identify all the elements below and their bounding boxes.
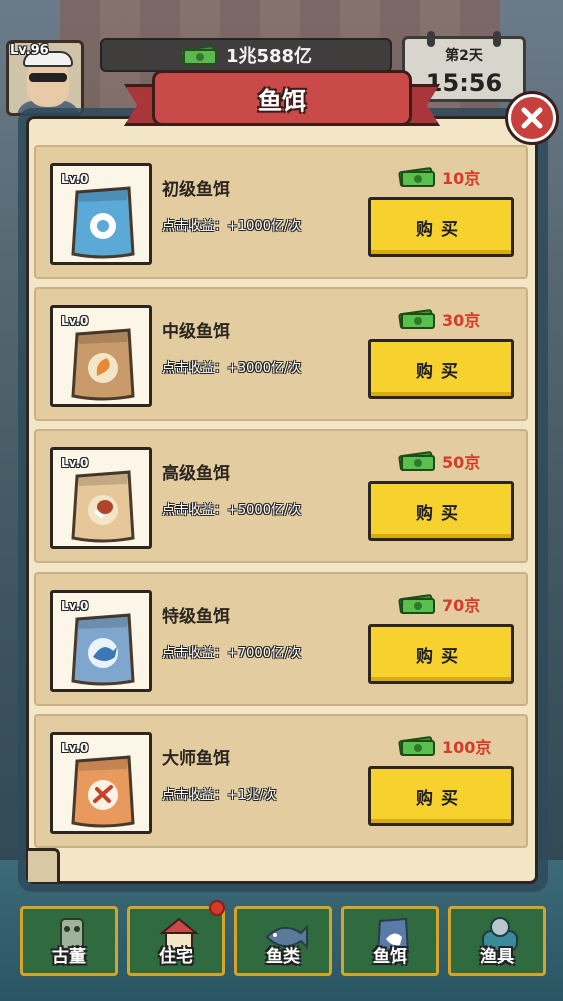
- tab-label: 古董: [52, 947, 86, 967]
- bait-bag-icon: [71, 613, 135, 686]
- ribbon-banner: 鱼饵: [152, 70, 412, 126]
- dialog-title-ribbon: 鱼饵: [124, 70, 440, 132]
- buy-button[interactable]: 购买: [368, 481, 514, 541]
- bait-row: Lv.0 初级鱼饵 点击收益：+1000亿/次 10京 购买: [34, 145, 528, 279]
- bait-level: Lv.0: [61, 456, 89, 470]
- day-label: 第2天: [445, 48, 483, 64]
- bait-level: Lv.0: [61, 741, 89, 755]
- cash-icon: [398, 309, 435, 330]
- bait-name: 特级鱼饵: [162, 607, 230, 627]
- cash-icon: [398, 594, 435, 615]
- bait-row: Lv.0 中级鱼饵 点击收益：+3000亿/次 30京 购买: [34, 287, 528, 421]
- bait-price-amount: 70京: [442, 596, 481, 615]
- bait-price: 50京: [398, 449, 480, 473]
- bait-bag-icon: [71, 470, 135, 543]
- cash-icon: [398, 167, 435, 188]
- bait-income: 点击收益：+1000亿/次: [162, 219, 302, 234]
- close-icon: [521, 107, 543, 129]
- bait-row: Lv.0 高级鱼饵 点击收益：+5000亿/次 50京 购买: [34, 429, 528, 563]
- tab-bait[interactable]: 鱼饵: [341, 906, 439, 976]
- bait-price: 100京: [398, 734, 491, 758]
- tab-house[interactable]: 住宅: [127, 906, 225, 976]
- bait-price-amount: 10京: [442, 169, 481, 188]
- tab-antique[interactable]: 古董: [20, 906, 118, 976]
- bait-bag-icon: [71, 186, 135, 259]
- avatar-glasses: [29, 73, 67, 82]
- dialog-title: 鱼饵: [258, 86, 306, 115]
- buy-button[interactable]: 购买: [368, 624, 514, 684]
- bait-price-amount: 50京: [442, 453, 481, 472]
- close-button[interactable]: [508, 94, 556, 142]
- bait-price-amount: 100京: [442, 738, 492, 757]
- paper-fold-corner: [28, 848, 60, 882]
- buy-button[interactable]: 购买: [368, 766, 514, 826]
- cash-icon: [180, 45, 217, 66]
- bait-name: 高级鱼饵: [162, 464, 230, 484]
- buy-button[interactable]: 购买: [368, 339, 514, 399]
- bait-row: Lv.0 特级鱼饵 点击收益：+7000亿/次 70京 购买: [34, 572, 528, 706]
- bait-row: Lv.0 大师鱼饵 点击收益：+1兆/次 100京 购买: [34, 714, 528, 848]
- bait-icon-frame: Lv.0: [50, 590, 152, 692]
- tab-label: 住宅: [159, 947, 193, 967]
- tab-fish[interactable]: 鱼类: [234, 906, 332, 976]
- money-display: 1兆588亿: [100, 38, 392, 72]
- notification-dot: [209, 900, 225, 916]
- bait-income: 点击收益：+7000亿/次: [162, 646, 302, 661]
- money-amount: 1兆588亿: [225, 46, 313, 67]
- tab-label: 渔具: [480, 947, 514, 967]
- bait-level: Lv.0: [61, 172, 89, 186]
- tab-label: 鱼饵: [373, 947, 407, 967]
- tab-label: 鱼类: [266, 947, 300, 967]
- buy-button[interactable]: 购买: [368, 197, 514, 257]
- bait-icon-frame: Lv.0: [50, 732, 152, 834]
- bait-icon-frame: Lv.0: [50, 447, 152, 549]
- cash-icon: [398, 451, 435, 472]
- bait-name: 大师鱼饵: [162, 749, 230, 769]
- cash-icon: [398, 736, 435, 757]
- bait-name: 初级鱼饵: [162, 180, 230, 200]
- bait-price-amount: 30京: [442, 311, 481, 330]
- bait-price: 70京: [398, 592, 480, 616]
- tab-gear[interactable]: 渔具: [448, 906, 546, 976]
- bait-bag-icon: [71, 328, 135, 401]
- bait-price: 30京: [398, 307, 480, 331]
- bait-bag-icon: [71, 755, 135, 828]
- bait-income: 点击收益：+1兆/次: [162, 788, 277, 803]
- bait-price: 10京: [398, 165, 480, 189]
- bait-icon-frame: Lv.0: [50, 163, 152, 265]
- bait-income: 点击收益：+5000亿/次: [162, 503, 302, 518]
- bait-name: 中级鱼饵: [162, 322, 230, 342]
- bait-level: Lv.0: [61, 599, 89, 613]
- bait-level: Lv.0: [61, 314, 89, 328]
- player-level: Lv.96: [10, 43, 49, 58]
- bait-icon-frame: Lv.0: [50, 305, 152, 407]
- bait-income: 点击收益：+3000亿/次: [162, 361, 302, 376]
